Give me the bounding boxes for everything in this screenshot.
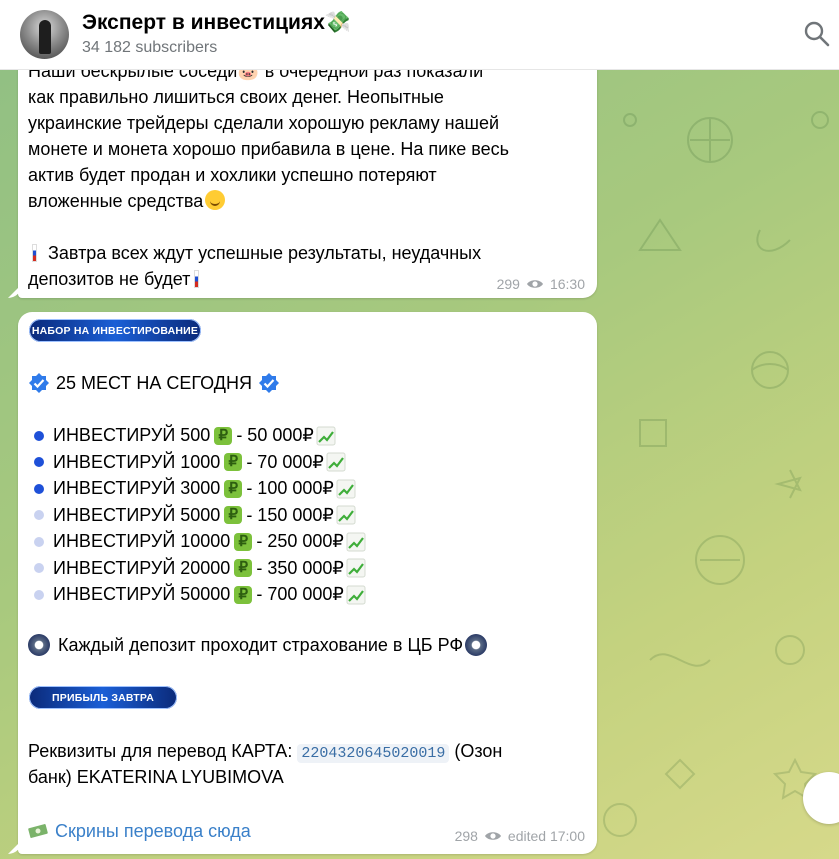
requisites-line: Реквизиты для перевод КАРТА: 22043206450… <box>28 738 588 767</box>
bullet-dot-icon <box>34 589 44 600</box>
rub-coin-icon: ₽ <box>224 506 243 524</box>
post-text-line: Завтра всех ждут успешные результаты, не… <box>48 243 482 263</box>
headline-row: 25 МЕСТ НА СЕГОДНЯ <box>28 372 280 394</box>
post-text-line: монете и монета хорошо прибавила в цене.… <box>28 139 510 159</box>
tier-return: - 50 000₽ <box>236 425 314 445</box>
tier-row: ИНВЕСТИРУЙ 20000 ₽ - 350 000₽ <box>34 558 366 579</box>
tier-return: - 100 000₽ <box>246 478 334 498</box>
russia-flag-icon <box>194 270 200 288</box>
message-time: 16:30 <box>549 276 585 292</box>
chart-up-icon <box>346 558 366 578</box>
cb-seal-icon <box>28 634 50 656</box>
bullet-dot-icon <box>34 563 44 573</box>
message-bubble[interactable]: Наши бескрылые соседи🐷 в очередной раз п… <box>18 30 597 298</box>
invest-banner: НАБОР НА ИНВЕСТИРОВАНИЕ <box>29 319 201 342</box>
chart-up-icon <box>346 585 366 604</box>
tier-amount: ИНВЕСТИРУЙ 3000 <box>53 478 221 498</box>
scroll-down-button[interactable] <box>803 772 839 824</box>
tier-return: - 700 000₽ <box>256 584 344 604</box>
tier-amount: ИНВЕСТИРУЙ 10000 <box>53 531 231 551</box>
card-number[interactable]: 2204320645020019 <box>297 744 450 763</box>
tier-amount: ИНВЕСТИРУЙ 1000 <box>53 451 221 472</box>
cb-seal-icon <box>465 634 488 656</box>
message-meta: 299 16:30 <box>497 276 585 292</box>
post-text-line: как правильно лишиться своих денег. Неоп… <box>28 87 444 107</box>
post-text-line: украинские трейдеры сделали хорошую рекл… <box>28 113 500 133</box>
tier-amount: ИНВЕСТИРУЙ 20000 <box>53 557 231 578</box>
tier-row: ИНВЕСТИРУЙ 1000 ₽ - 70 000₽ <box>34 452 346 473</box>
profit-banner: ПРИБЫЛЬ ЗАВТРА <box>29 686 177 709</box>
post-text-line: актив будет продан и хохлики успешно пот… <box>28 165 437 185</box>
post-text-line: депозитов не будет <box>28 269 191 289</box>
tier-row: ИНВЕСТИРУЙ 5000 ₽ - 150 000₽ <box>34 505 356 526</box>
view-count: 299 <box>496 276 520 292</box>
eye-icon <box>484 832 501 840</box>
rub-coin-icon: ₽ <box>234 559 253 577</box>
message-bubble[interactable]: НАБОР НА ИНВЕСТИРОВАНИЕ 25 МЕСТ НА СЕГОД… <box>18 312 597 854</box>
rub-coin-icon: ₽ <box>234 532 253 551</box>
insurance-row: Каждый депозит проходит страхование в ЦБ… <box>28 634 488 656</box>
chart-up-icon <box>336 479 356 498</box>
chart-up-icon <box>346 532 366 551</box>
insurance-text: Каждый депозит проходит страхование в ЦБ… <box>58 634 464 655</box>
bullet-dot-icon <box>34 457 44 467</box>
headline-text: 25 МЕСТ НА СЕГОДНЯ <box>56 372 252 393</box>
money-icon <box>28 824 48 838</box>
post-text-line: вложенные средства <box>28 191 204 211</box>
rub-coin-icon: ₽ <box>224 479 243 498</box>
bullet-dot-icon <box>34 430 44 441</box>
russia-flag-icon <box>32 244 37 262</box>
tier-amount: ИНВЕСТИРУЙ 50000 <box>53 584 231 604</box>
tier-row: ИНВЕСТИРУЙ 50000 ₽ - 700 000₽ <box>34 584 366 605</box>
verified-icon <box>258 373 279 393</box>
message-meta: 298 edited 17:00 <box>455 828 585 844</box>
tier-row: ИНВЕСТИРУЙ 3000 ₽ - 100 000₽ <box>34 478 356 499</box>
chart-up-icon <box>316 426 336 445</box>
tier-return: - 350 000₽ <box>256 557 344 578</box>
tier-row: ИНВЕСТИРУЙ 500 ₽ - 50 000₽ <box>34 425 336 446</box>
tier-return: - 150 000₽ <box>246 504 334 525</box>
tier-return: - 70 000₽ <box>246 451 324 472</box>
verified-icon <box>29 373 49 393</box>
requisites-line: банк) EKATERINA LYUBIMOVA <box>28 767 284 787</box>
rub-coin-icon: ₽ <box>214 426 233 445</box>
search-icon[interactable] <box>803 20 831 48</box>
tier-return: - 250 000₽ <box>256 531 344 551</box>
eye-icon <box>526 280 543 288</box>
requisites-prefix: Реквизиты для перевод КАРТА: <box>28 741 293 761</box>
rub-coin-icon: ₽ <box>234 585 253 604</box>
post-text-row: вложенные средства <box>28 188 588 214</box>
message-time: edited 17:00 <box>507 828 585 844</box>
channel-avatar[interactable] <box>20 10 69 59</box>
channel-title[interactable]: Эксперт в инвестициях💸 <box>82 11 351 35</box>
requisites-suffix: (Озон <box>449 741 503 761</box>
bullet-dot-icon <box>34 510 44 520</box>
bullet-dot-icon <box>34 536 44 547</box>
chart-up-icon <box>326 452 346 472</box>
tier-row: ИНВЕСТИРУЙ 10000 ₽ - 250 000₽ <box>34 531 366 552</box>
rub-coin-icon: ₽ <box>224 453 243 471</box>
channel-header: Эксперт в инвестициях💸 34 182 subscriber… <box>0 0 839 70</box>
screens-link[interactable]: Скрины перевода сюда <box>55 821 251 841</box>
smile-emoji-icon <box>205 190 226 210</box>
bullet-dot-icon <box>34 483 44 494</box>
tier-amount: ИНВЕСТИРУЙ 500 <box>53 425 211 445</box>
view-count: 298 <box>454 828 478 844</box>
subscriber-count: 34 182 subscribers <box>82 39 218 56</box>
chart-up-icon <box>336 505 356 525</box>
post-text-row: Завтра всех ждут успешные результаты, не… <box>28 240 588 266</box>
tier-amount: ИНВЕСТИРУЙ 5000 <box>53 504 221 525</box>
